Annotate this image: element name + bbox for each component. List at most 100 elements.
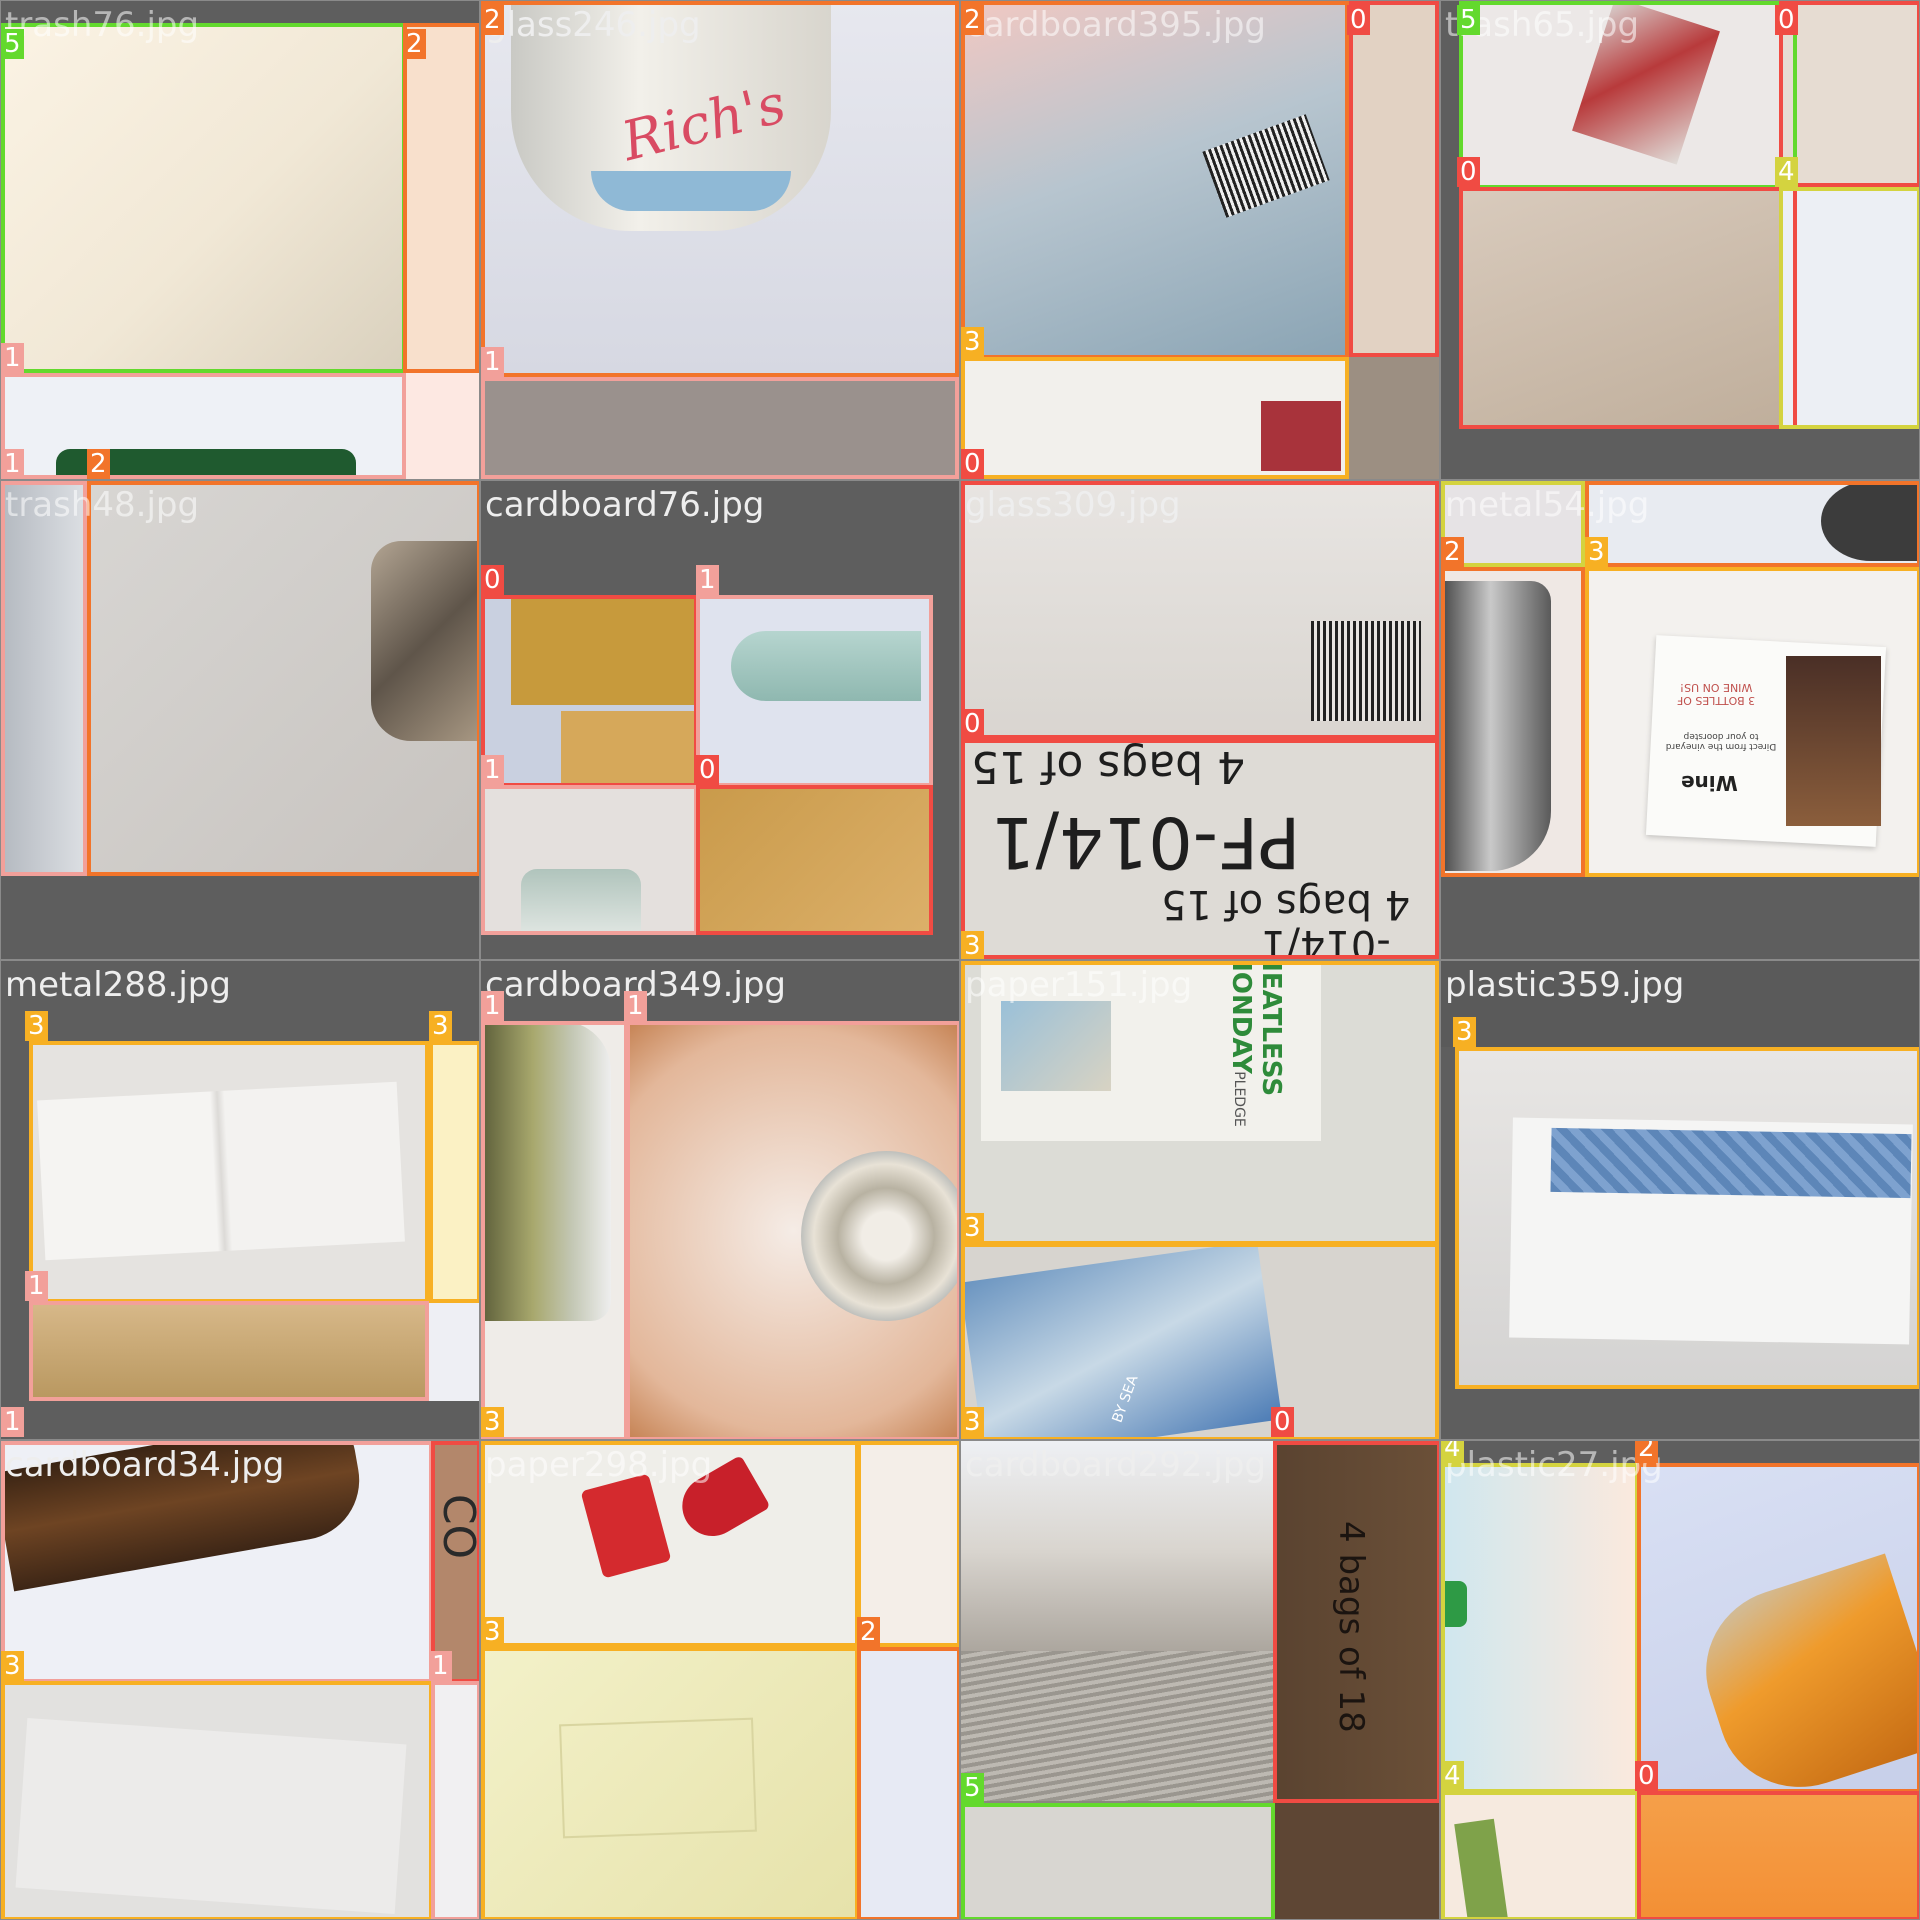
tile-filename: metal288.jpg bbox=[5, 965, 231, 1005]
bbox-2 bbox=[1441, 567, 1585, 877]
bbox-1 bbox=[481, 785, 698, 935]
bbox-label: 1 bbox=[481, 991, 504, 1021]
bbox-2 bbox=[961, 1, 1349, 359]
bbox-1 bbox=[1, 373, 406, 479]
bbox-label: 0 bbox=[1271, 1407, 1294, 1437]
tile-filename: plastic359.jpg bbox=[1445, 965, 1685, 1005]
bbox-label: 3 bbox=[429, 1011, 452, 1041]
bbox-3 bbox=[1455, 1047, 1919, 1389]
bbox-0 bbox=[1349, 1, 1439, 357]
bbox-2 bbox=[1637, 1463, 1919, 1793]
bbox-0 bbox=[1459, 187, 1797, 429]
bbox-0 bbox=[696, 785, 933, 935]
bbox-3 bbox=[1, 1681, 433, 1919]
bbox-label: 2 bbox=[87, 449, 110, 479]
bbox-label: 0 bbox=[429, 1440, 452, 1441]
bbox-label: 0 bbox=[961, 709, 984, 739]
tile-filename: cardboard395.jpg bbox=[965, 5, 1266, 45]
bbox-label: 3 bbox=[857, 1440, 880, 1441]
bbox-label: 0 bbox=[1347, 5, 1370, 35]
bbox-2 bbox=[403, 23, 479, 373]
tile-filename: cardboard292.jpg bbox=[965, 1445, 1266, 1485]
tile-filename: glass246.jpg bbox=[485, 5, 701, 45]
tile-cardboard34: CO cardboard34.jpg 0 3 1 bbox=[0, 1440, 480, 1920]
bbox-label: 5 bbox=[1457, 5, 1480, 35]
bbox-label: 0 bbox=[481, 565, 504, 595]
bbox-1 bbox=[481, 377, 959, 479]
bbox-label: 4 bbox=[1775, 157, 1798, 187]
bbox-label: 4 bbox=[1441, 480, 1464, 481]
bbox-label: 1 bbox=[481, 755, 504, 785]
tile-glass246: Rich's glass246.jpg 2 1 bbox=[480, 0, 960, 480]
bbox-label: 5 bbox=[961, 1773, 984, 1803]
bbox-label: 1 bbox=[1, 1407, 24, 1437]
bbox-label: 0 bbox=[1457, 157, 1480, 187]
tile-cardboard349: cardboard349.jpg 1 1 3 bbox=[480, 960, 960, 1440]
bbox-label: 3 bbox=[961, 1407, 984, 1437]
bbox-3 bbox=[1585, 567, 1919, 877]
bbox-label: 2 bbox=[403, 29, 426, 59]
bbox-4 bbox=[1441, 1791, 1639, 1919]
tile-filename: trash76.jpg bbox=[5, 5, 200, 45]
bbox-label: 1 bbox=[25, 1271, 48, 1301]
bbox-3 bbox=[961, 1243, 1439, 1439]
bbox-1 bbox=[626, 1021, 959, 1439]
image-mosaic: trash76.jpg 5 2 1 1 2 Rich's glass246.jp… bbox=[0, 0, 1920, 1920]
bbox-0 bbox=[481, 595, 698, 787]
bbox-label: 3 bbox=[481, 1617, 504, 1647]
bbox-label: 1 bbox=[1, 449, 24, 479]
tile-filename: metal54.jpg bbox=[1445, 485, 1650, 525]
tile-filename: paper298.jpg bbox=[485, 1445, 713, 1485]
bbox-label: 3 bbox=[25, 1011, 48, 1041]
bbox-3 bbox=[429, 1041, 479, 1303]
bbox-1 bbox=[1, 481, 87, 876]
tile-filename: cardboard34.jpg bbox=[5, 1445, 285, 1485]
bbox-0 bbox=[1637, 1791, 1919, 1919]
tile-trash76: trash76.jpg 5 2 1 1 2 bbox=[0, 0, 480, 480]
bbox-label: 0 bbox=[961, 449, 984, 479]
bbox-5 bbox=[1, 23, 406, 373]
tile-metal288: metal288.jpg 3 3 1 1 bbox=[0, 960, 480, 1440]
bbox-label: 1 bbox=[624, 991, 647, 1021]
bbox-label: 3 bbox=[1453, 1017, 1476, 1047]
tile-glass309: 4 bags of 15 PF-014/1 4 bags of 15 -014/… bbox=[960, 480, 1440, 960]
bbox-3 bbox=[481, 1647, 859, 1919]
bbox-label: 0 bbox=[1775, 5, 1798, 35]
photo-pink bbox=[405, 373, 479, 479]
bbox-2 bbox=[857, 1647, 959, 1919]
bbox-2 bbox=[87, 481, 479, 876]
bbox-label: 4 bbox=[1441, 1761, 1464, 1791]
bbox-label: 0 bbox=[1271, 1440, 1294, 1441]
bbox-1 bbox=[481, 1021, 628, 1439]
bbox-label: 3 bbox=[481, 1407, 504, 1437]
bbox-label: 3 bbox=[961, 1213, 984, 1243]
bbox-0 bbox=[431, 1441, 479, 1683]
bbox-label: 3 bbox=[961, 931, 984, 959]
bbox-1 bbox=[431, 1681, 479, 1919]
bbox-1 bbox=[29, 1301, 429, 1401]
bbox-label: 2 bbox=[857, 1617, 880, 1647]
bbox-0 bbox=[1273, 1441, 1439, 1803]
bbox-1 bbox=[696, 595, 933, 787]
bbox-label: 0 bbox=[1635, 1761, 1658, 1791]
bbox-label: 3 bbox=[1, 1651, 24, 1681]
bbox-label: 2 bbox=[1585, 480, 1608, 481]
tile-paper151: MEATLESS MONDAY PLEDGE BY SEA paper151.j… bbox=[960, 960, 1440, 1440]
bbox-label: 2 bbox=[87, 480, 110, 481]
tile-filename: trash48.jpg bbox=[5, 485, 200, 525]
bbox-3 bbox=[961, 357, 1349, 479]
bbox-label: 1 bbox=[481, 347, 504, 377]
photo-corner bbox=[1349, 357, 1439, 479]
bbox-label: 2 bbox=[1635, 1441, 1658, 1463]
tile-filename: paper151.jpg bbox=[965, 965, 1193, 1005]
bbox-0 bbox=[961, 739, 1439, 959]
bbox-5 bbox=[961, 1803, 1275, 1919]
bbox-2 bbox=[481, 1, 959, 377]
bbox-label: 1 bbox=[696, 565, 719, 595]
tile-trash48: trash48.jpg 2 bbox=[0, 480, 480, 960]
tile-paper298: paper298.jpg 3 3 2 bbox=[480, 1440, 960, 1920]
bbox-4 bbox=[1441, 1463, 1639, 1793]
tile-cardboard76: cardboard76.jpg 0 1 1 0 bbox=[480, 480, 960, 960]
bbox-label: 3 bbox=[961, 327, 984, 357]
photo-bottom-right bbox=[1273, 1803, 1439, 1919]
